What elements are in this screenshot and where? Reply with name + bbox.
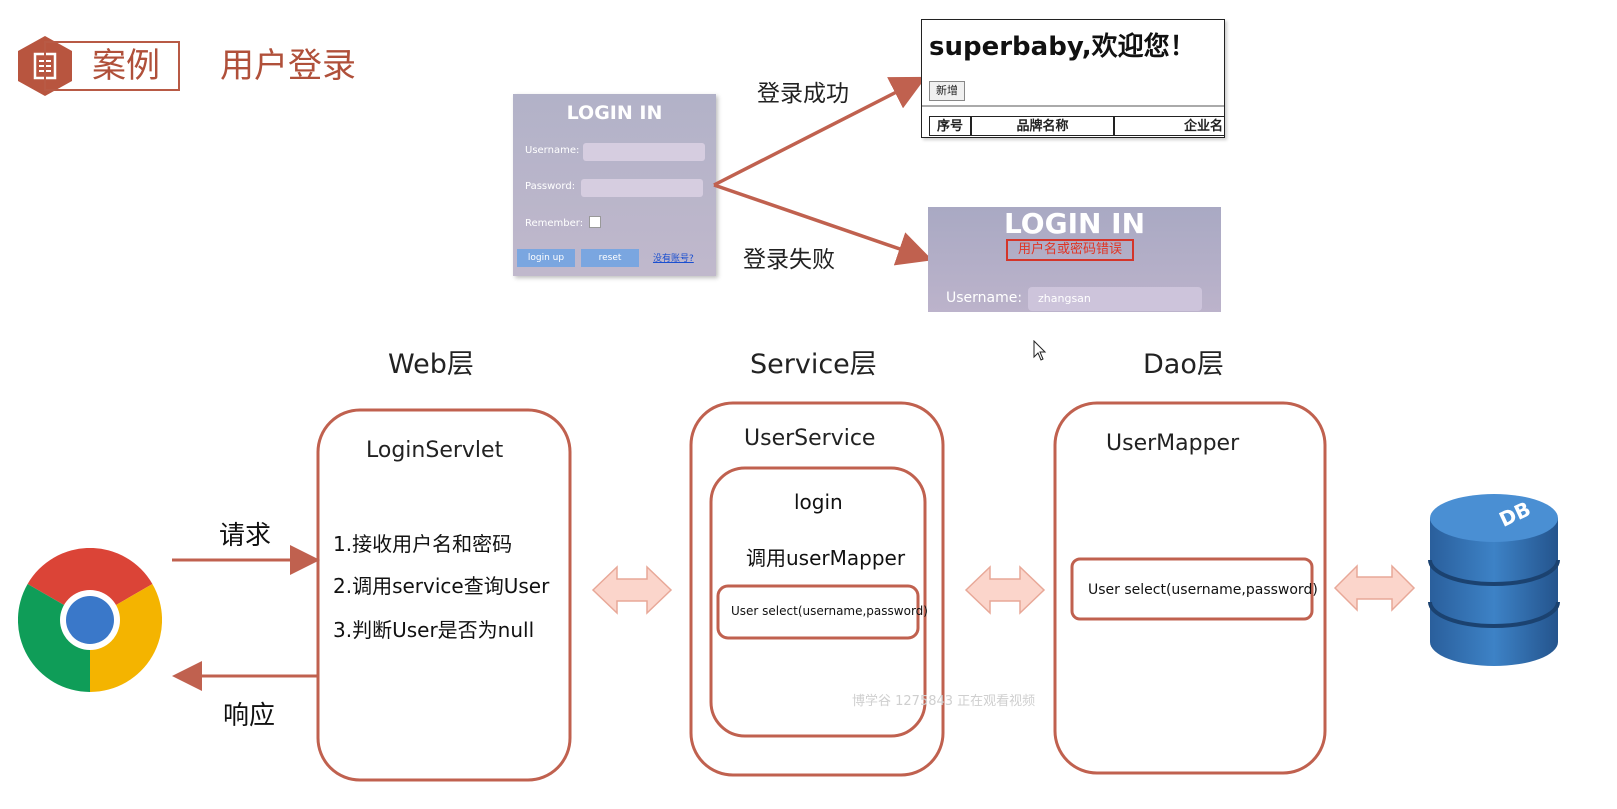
service-select-signature: User select(username,password): [731, 604, 928, 618]
failure-page-preview: LOGIN IN 用户名或密码错误 Username: zhangsan: [928, 207, 1221, 312]
login-form-preview: LOGIN IN Username: Password: Remember: l…: [513, 94, 716, 276]
service-method-name: login: [794, 490, 843, 514]
request-label: 请求: [219, 521, 272, 551]
failure-label: 登录失败: [743, 247, 835, 273]
welcome-text: superbaby,欢迎您！: [929, 32, 1196, 62]
case-label: 案例: [92, 46, 160, 86]
web-component-name: LoginServlet: [366, 438, 504, 463]
service-dao-double-arrow: [964, 565, 1046, 615]
success-label: 登录成功: [757, 81, 849, 107]
username-field[interactable]: [583, 143, 705, 161]
username-field[interactable]: zhangsan: [1028, 287, 1202, 311]
watermark: 博学谷 1275843 正在观看视频: [852, 694, 1036, 709]
service-box: [689, 401, 945, 777]
column-header: 品牌名称: [971, 116, 1114, 136]
remember-checkbox[interactable]: [589, 216, 601, 228]
add-button[interactable]: 新增: [929, 81, 965, 101]
register-link[interactable]: 没有账号?: [653, 251, 694, 264]
page-title: 用户登录: [220, 46, 356, 86]
database-icon: DB: [1428, 494, 1560, 666]
password-field[interactable]: [581, 179, 703, 197]
column-header: 序号: [929, 116, 971, 136]
service-component-name: UserService: [744, 426, 876, 451]
web-service-double-arrow: [591, 565, 673, 615]
login-title: LOGIN IN: [566, 102, 663, 124]
cursor-icon: [1033, 340, 1047, 361]
username-label: Username:: [946, 290, 1023, 306]
browser-icon: [18, 548, 162, 692]
web-step: 1.接收用户名和密码: [333, 532, 513, 556]
dao-db-double-arrow: [1333, 564, 1416, 612]
reset-button[interactable]: reset: [581, 249, 639, 267]
login-button[interactable]: login up: [517, 249, 575, 267]
dao-component-name: UserMapper: [1106, 431, 1240, 456]
web-layer-title: Web层: [388, 349, 474, 380]
web-step: 2.调用service查询User: [333, 574, 550, 598]
dao-select-signature: User select(username,password): [1088, 582, 1318, 598]
column-header: 企业名: [1114, 116, 1224, 136]
web-step: 3.判断User是否为null: [333, 618, 535, 642]
remember-label: Remember:: [525, 218, 584, 229]
divider: [922, 105, 1224, 107]
service-call-text: 调用userMapper: [746, 546, 906, 570]
username-label: Username:: [525, 145, 580, 156]
login-title: LOGIN IN: [1003, 207, 1146, 240]
success-page-preview: superbaby,欢迎您！ 新增 序号 品牌名称 企业名: [921, 19, 1225, 138]
password-label: Password:: [525, 181, 576, 192]
response-label: 响应: [223, 701, 276, 731]
error-message: 用户名或密码错误: [1006, 239, 1134, 261]
service-layer-title: Service层: [750, 349, 877, 380]
dao-layer-title: Dao层: [1143, 349, 1224, 380]
